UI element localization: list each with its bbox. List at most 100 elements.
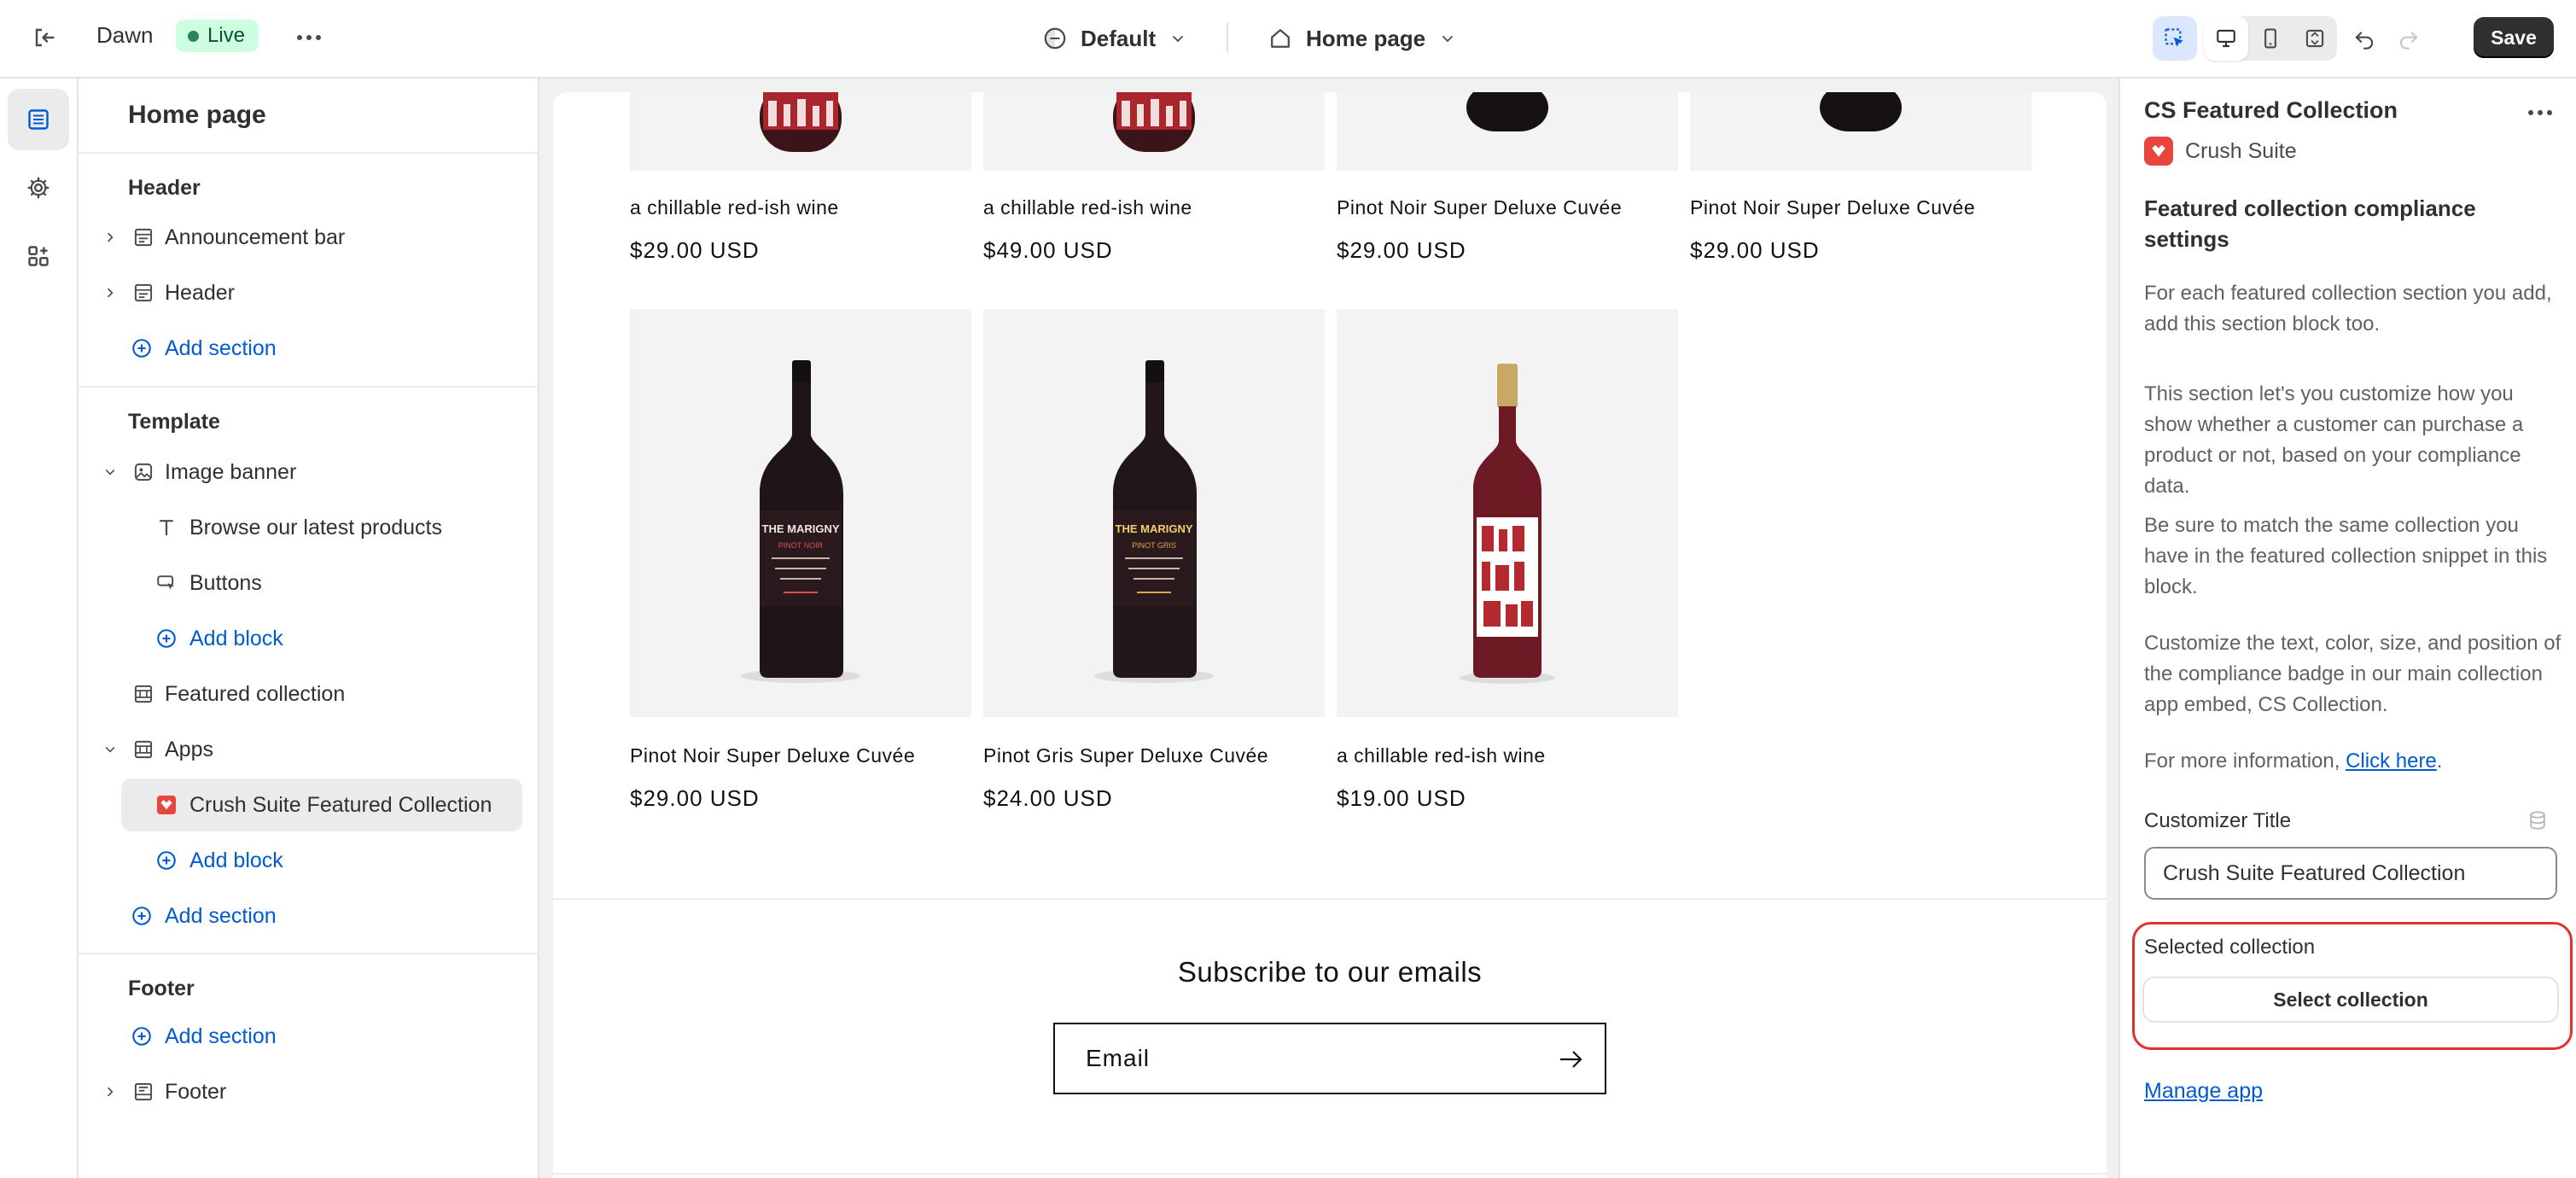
block-browse-products[interactable]: Browse our latest products	[79, 501, 539, 554]
product-name[interactable]: a chillable red-ish wine	[630, 196, 839, 219]
section-image-banner[interactable]: Image banner	[79, 446, 539, 499]
add-section-header[interactable]: Add section	[79, 322, 539, 375]
product-card[interactable]: THE MARIGNY PINOT GRIS Pinot Gris Super …	[983, 309, 1325, 821]
product-image[interactable]	[983, 92, 1325, 171]
customizer-title-input[interactable]: Crush Suite Featured Collection	[2144, 847, 2557, 900]
section-label: Announcement bar	[165, 225, 346, 249]
product-card[interactable]: THE MARIGNY PINOT NOIR Pinot Noir Super …	[630, 309, 971, 821]
apps-icon[interactable]	[8, 225, 69, 287]
section-layout-icon	[131, 1080, 155, 1104]
product-image[interactable]	[1337, 92, 1678, 171]
selected-collection-label: Selected collection	[2144, 936, 2316, 959]
bottle-sublabel: PINOT GRIS	[1132, 541, 1176, 550]
chevron-right-icon[interactable]	[101, 283, 119, 302]
product-image[interactable]	[630, 92, 971, 171]
redo-icon[interactable]	[2387, 16, 2431, 61]
button-cursor-icon	[154, 571, 178, 595]
select-collection-button[interactable]: Select collection	[2144, 978, 2557, 1021]
product-name[interactable]: a chillable red-ish wine	[983, 196, 1192, 219]
chevron-down-icon[interactable]	[101, 740, 119, 759]
product-card[interactable]: a chillable red-ish wine $29.00 USD	[630, 92, 971, 280]
collection-icon	[131, 682, 155, 706]
plus-circle-icon	[130, 904, 154, 928]
divider	[553, 1173, 2107, 1175]
divider	[79, 386, 539, 388]
group-template-label: Template	[128, 410, 220, 434]
paragraph: This section let's you customize how you…	[2144, 382, 2524, 498]
section-label: Header	[165, 280, 235, 305]
inspector-icon[interactable]	[2153, 16, 2197, 61]
section-announcement-bar[interactable]: Announcement bar	[79, 211, 539, 264]
product-name[interactable]: Pinot Gris Super Deluxe Cuvée	[983, 744, 1268, 767]
add-block-apps[interactable]: Add block	[79, 834, 539, 887]
customizer-title-label: Customizer Title	[2144, 809, 2292, 832]
plus-circle-icon	[154, 849, 178, 872]
product-name[interactable]: Pinot Noir Super Deluxe Cuvée	[1337, 196, 1622, 219]
block-crush-suite-featured-collection[interactable]: Crush Suite Featured Collection	[79, 779, 539, 831]
bottle-label: THE MARIGNY	[762, 522, 840, 535]
section-featured-collection[interactable]: Featured collection	[79, 668, 539, 720]
product-card[interactable]: a chillable red-ish wine $19.00 USD	[1337, 309, 1678, 821]
product-image[interactable]: THE MARIGNY PINOT GRIS	[983, 309, 1325, 717]
more-actions-icon[interactable]	[290, 19, 328, 56]
block-label: Browse our latest products	[189, 515, 442, 539]
top-bar: Dawn Live Default Home page Save	[0, 0, 2576, 79]
click-here-link[interactable]: Click here	[2346, 749, 2437, 773]
group-header-label: Header	[128, 176, 201, 200]
section-footer[interactable]: Footer	[79, 1065, 539, 1118]
left-rail	[0, 79, 79, 1178]
email-field[interactable]: Email	[1053, 1023, 1606, 1094]
add-section-label: Add section	[165, 903, 277, 928]
product-card[interactable]: a chillable red-ish wine $49.00 USD	[983, 92, 1325, 280]
section-apps[interactable]: Apps	[79, 723, 539, 776]
product-card[interactable]: Pinot Noir Super Deluxe Cuvée $29.00 USD	[1337, 92, 1678, 280]
crush-suite-app-icon	[154, 793, 178, 817]
divider	[79, 152, 539, 154]
image-icon	[131, 460, 155, 484]
page-title: Home page	[128, 101, 266, 129]
template-selector[interactable]: Default	[1043, 17, 1186, 60]
product-image[interactable]	[1690, 92, 2031, 171]
section-header[interactable]: Header	[79, 266, 539, 319]
block-buttons[interactable]: Buttons	[79, 557, 539, 609]
add-section-label: Add section	[165, 1023, 277, 1048]
paragraph: Be sure to match the same collection you…	[2144, 514, 2548, 598]
save-button[interactable]: Save	[2474, 17, 2554, 58]
viewport-switcher	[2204, 16, 2337, 61]
product-image[interactable]	[1337, 309, 1678, 717]
add-section-footer[interactable]: Add section	[79, 1010, 539, 1063]
product-name[interactable]: Pinot Noir Super Deluxe Cuvée	[630, 744, 915, 767]
add-block-image-banner[interactable]: Add block	[79, 612, 539, 665]
sections-icon[interactable]	[8, 89, 69, 150]
manage-app-link[interactable]: Manage app	[2144, 1079, 2263, 1104]
undo-icon[interactable]	[2342, 16, 2387, 61]
product-name[interactable]: a chillable red-ish wine	[1337, 744, 1546, 767]
section-layout-icon	[131, 281, 155, 305]
fullscreen-icon[interactable]	[2293, 16, 2337, 61]
product-card[interactable]: Pinot Noir Super Deluxe Cuvée $29.00 USD	[1690, 92, 2031, 280]
more-actions-icon[interactable]	[2521, 96, 2559, 130]
product-price: $24.00 USD	[983, 785, 1113, 811]
product-image[interactable]: THE MARIGNY PINOT NOIR	[630, 309, 971, 717]
page-selector[interactable]: Home page	[1268, 17, 1456, 60]
panel-title: CS Featured Collection	[2144, 97, 2398, 123]
product-price: $29.00 USD	[1690, 237, 1820, 263]
crush-suite-app-icon	[2144, 137, 2173, 166]
exit-icon[interactable]	[26, 19, 63, 56]
add-section-template[interactable]: Add section	[79, 889, 539, 942]
status-dot-icon	[188, 30, 199, 42]
chevron-down-icon[interactable]	[101, 463, 119, 481]
gear-icon[interactable]	[8, 157, 69, 219]
desktop-icon[interactable]	[2204, 16, 2248, 61]
section-layout-icon	[131, 225, 155, 249]
chevron-right-icon[interactable]	[101, 1082, 119, 1101]
toolbar-right	[2153, 16, 2431, 61]
dynamic-source-icon[interactable]	[2526, 809, 2549, 831]
arrow-right-icon[interactable]	[1559, 1048, 1584, 1070]
chevron-right-icon[interactable]	[101, 228, 119, 247]
mobile-icon[interactable]	[2248, 16, 2293, 61]
add-block-label: Add block	[189, 626, 283, 650]
section-label: Image banner	[165, 459, 297, 484]
product-name[interactable]: Pinot Noir Super Deluxe Cuvée	[1690, 196, 1975, 219]
live-badge-label: Live	[207, 24, 246, 47]
